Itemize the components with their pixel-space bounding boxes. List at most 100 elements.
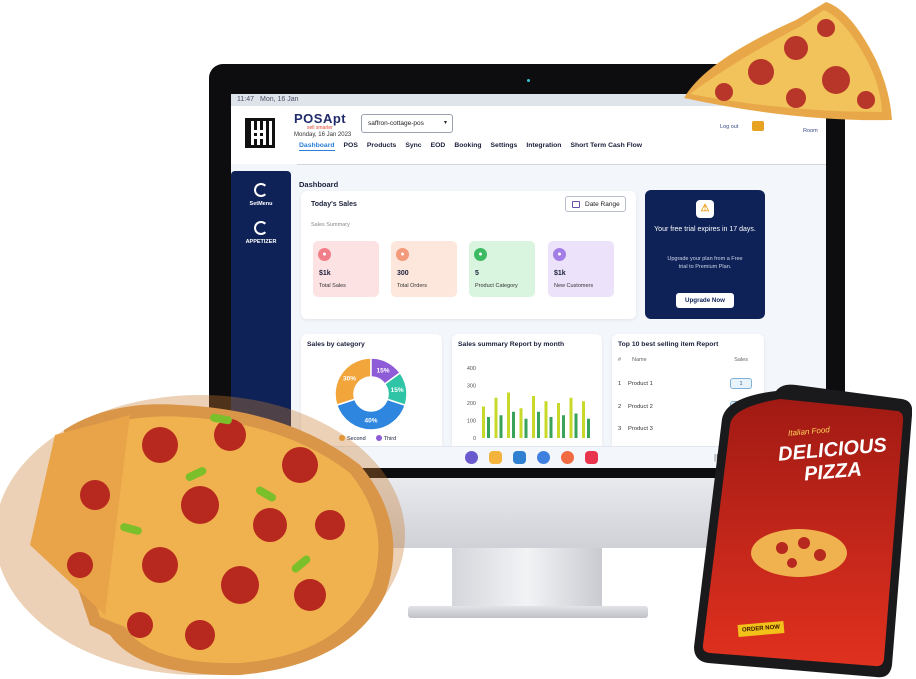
bar — [562, 415, 565, 438]
tab-dashboard[interactable]: Dashboard — [299, 142, 335, 151]
sidebar-item-setmenu[interactable]: SetMenu — [231, 183, 291, 207]
tab-eod[interactable]: EOD — [431, 142, 446, 151]
top-items-header: # Name Sales — [618, 357, 758, 363]
stat-tile[interactable]: ● $1k New Customers — [548, 241, 614, 297]
date-range-button[interactable]: Date Range — [565, 196, 626, 212]
nav-divider — [297, 164, 826, 165]
bar — [532, 396, 535, 438]
sidebar-item-appetizer[interactable]: APPETIZER — [231, 221, 291, 245]
store-select[interactable]: saffron-cottage-pos ▾ — [361, 114, 453, 133]
calendar-icon — [572, 201, 580, 208]
calendar-app-icon[interactable] — [513, 451, 526, 464]
col-sales: Sales — [734, 357, 748, 363]
row-name: Product 2 — [628, 404, 653, 410]
status-date: Mon, 16 Jan — [260, 96, 299, 103]
stat-value: $1k — [319, 270, 331, 277]
monitor-stand-neck — [452, 548, 602, 610]
stat-tile[interactable]: ● 5 Product Category — [469, 241, 535, 297]
app-tagline: sell smarter — [307, 125, 333, 131]
sidebar-item-label: SetMenu — [249, 201, 273, 207]
phone-mockup: Italian Food DELICIOUS PIZZA ORDER NOW — [692, 383, 912, 679]
chevron-down-icon: ▾ — [443, 120, 447, 126]
bar — [544, 401, 548, 438]
row-number: 3 — [618, 426, 622, 432]
col-name: Name — [632, 357, 647, 363]
warning-icon: ⚠ — [696, 200, 714, 218]
upgrade-now-button[interactable]: Upgrade Now — [676, 293, 734, 308]
store-select-value: saffron-cottage-pos — [368, 120, 424, 127]
room-label[interactable]: Room — [803, 128, 818, 134]
bar — [574, 413, 578, 438]
stat-label: Total Orders — [397, 283, 427, 289]
tab-pos[interactable]: POS — [344, 142, 358, 151]
page-title: Dashboard — [299, 180, 339, 189]
tab-cash-flow[interactable]: Short Term Cash Flow — [570, 142, 642, 151]
stat-value: 300 — [397, 270, 409, 277]
tab-booking[interactable]: Booking — [454, 142, 481, 151]
todays-sales-title: Today's Sales — [311, 201, 357, 208]
messages-app-icon[interactable] — [537, 451, 550, 464]
pizza-image — [0, 395, 405, 676]
pie-chart-icon — [254, 221, 268, 235]
assistant-app-icon[interactable] — [465, 451, 478, 464]
tab-products[interactable]: Products — [367, 142, 396, 151]
stat-label: New Customers — [554, 283, 594, 289]
trial-text: Upgrade your plan from a Free trial to P… — [667, 256, 743, 270]
stat-tile[interactable]: ● $1k Total Sales — [313, 241, 379, 297]
todays-sales-card: Today's Sales Date Range Sales Summary ●… — [301, 191, 636, 319]
y-tick-label: 100 — [467, 419, 476, 425]
stat-label: Total Sales — [319, 283, 346, 289]
top-items-title: Top 10 best selling item Report — [618, 341, 719, 348]
main-nav: Dashboard POS Products Sync EOD Booking … — [299, 142, 642, 151]
sales-icon: ● — [318, 248, 331, 261]
pizza-slice-image — [684, 2, 892, 121]
contacts-app-icon[interactable] — [561, 451, 574, 464]
qr-code-icon[interactable] — [245, 118, 275, 148]
tab-settings[interactable]: Settings — [491, 142, 518, 151]
trial-heading: Your free trial expires in 17 days. — [654, 226, 756, 233]
stat-tile[interactable]: ● 300 Total Orders — [391, 241, 457, 297]
y-tick-label: 300 — [467, 384, 476, 390]
stat-label: Product Category — [475, 283, 518, 289]
tab-integration[interactable]: Integration — [526, 142, 561, 151]
sales-summary-subtitle: Sales Summary — [311, 222, 350, 228]
sidebar-item-label: APPETIZER — [245, 239, 277, 245]
stat-value: $1k — [554, 270, 566, 277]
orders-icon: ● — [396, 248, 409, 261]
row-number: 2 — [618, 404, 622, 410]
bar — [569, 397, 573, 438]
row-number: 1 — [618, 381, 622, 387]
customers-icon: ● — [553, 248, 566, 261]
free-trial-card: ⚠ Your free trial expires in 17 days. Up… — [645, 190, 765, 319]
bar — [582, 401, 585, 438]
bar — [499, 415, 503, 438]
app-logo: POSApt — [294, 111, 347, 126]
bar — [487, 417, 490, 438]
bar — [537, 411, 540, 438]
col-number: # — [618, 357, 622, 363]
monitor-stand-base — [408, 606, 648, 618]
bar — [557, 403, 560, 438]
stat-value: 5 — [475, 270, 479, 277]
row-name: Product 1 — [628, 381, 653, 387]
date-range-label: Date Range — [585, 201, 620, 208]
bar — [549, 417, 553, 438]
y-tick-label: 400 — [467, 366, 476, 372]
bar — [482, 406, 485, 438]
camera-dot — [527, 79, 530, 82]
donut-label: 15% — [377, 367, 390, 374]
bar — [512, 411, 515, 438]
y-tick-label: 200 — [467, 401, 476, 407]
folder-app-icon[interactable] — [489, 451, 502, 464]
marketing-stage: 11:47 Mon, 16 Jan POSApt sell smarter Mo… — [0, 0, 916, 679]
row-name: Product 3 — [628, 426, 653, 432]
pie-chart-icon — [254, 183, 268, 197]
media-app-icon[interactable] — [585, 451, 598, 464]
bar — [507, 392, 510, 438]
header-date: Monday, 16 Jan 2023 — [294, 132, 352, 138]
status-time: 11:47 — [237, 96, 254, 103]
y-tick-label: 0 — [473, 436, 476, 442]
tab-sync[interactable]: Sync — [405, 142, 421, 151]
category-icon: ● — [474, 248, 487, 261]
bar — [587, 418, 590, 438]
